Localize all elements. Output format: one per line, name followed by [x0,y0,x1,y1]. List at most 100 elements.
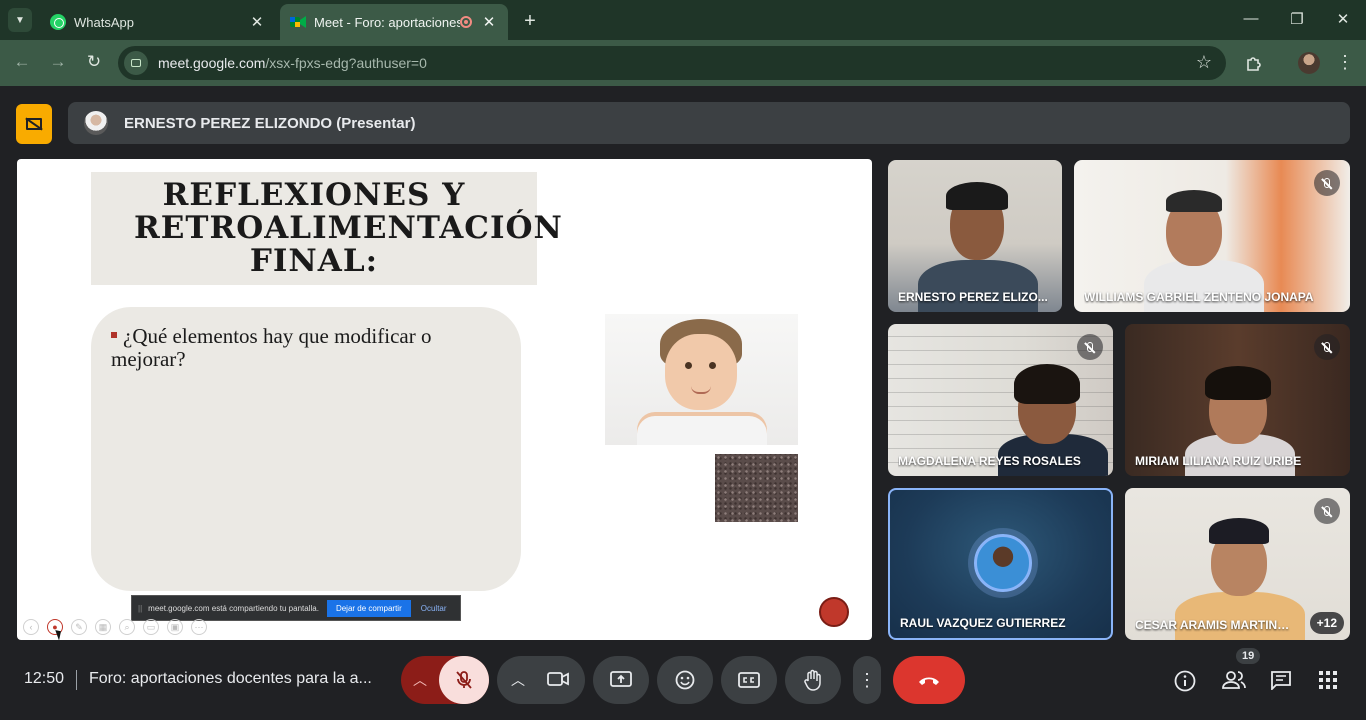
participant-tile[interactable]: CESAR ARAMIS MARTINEZ ... +12 [1125,488,1350,640]
back-arrow-icon: ← [13,52,31,71]
whatsapp-icon [50,14,66,30]
recording-icon [460,16,472,28]
share-notice-text: meet.google.com está compartiendo tu pan… [148,603,319,613]
url-path: /xsx-fpxs-edg?authuser=0 [265,55,427,71]
mic-off-button[interactable] [439,656,489,704]
more-options-button[interactable]: ⋮ [853,656,881,704]
tab-meet[interactable]: Meet - Foro: aportaciones d ✕ [280,4,508,40]
slide-body: ¿Qué elementos hay que modificar o mejor… [91,307,521,591]
participant-count-badge: 19 [1236,648,1261,664]
restore-button[interactable]: ❐ [1285,10,1309,28]
url-host: meet.google.com [158,55,266,71]
drag-handle-icon[interactable]: || [138,604,142,613]
meeting-title: Foro: aportaciones docentes para la a... [89,670,372,687]
participant-name: RAUL VAZQUEZ GUTIERREZ [900,616,1066,630]
child-photo [605,314,798,445]
presenter-banner: ERNESTO PEREZ ELIZONDO (Presentar) [68,102,1350,144]
new-tab-button[interactable]: + [520,10,540,33]
muted-mic-icon [1314,498,1340,524]
back-button[interactable]: ← [11,52,33,72]
hide-notice-button[interactable]: Ocultar [421,604,447,613]
chat-button[interactable] [1270,670,1294,690]
participant-name: WILLIAMS GABRIEL ZENTENO JONAPA [1084,290,1314,304]
chevron-down-icon: ▼ [15,14,25,26]
people-icon [1222,671,1246,689]
raise-hand-button[interactable] [785,656,841,704]
close-window-button[interactable]: ✕ [1331,10,1355,28]
url-text: meet.google.com/xsx-fpxs-edg?authuser=0 [158,55,427,71]
tab-whatsapp[interactable]: WhatsApp ✕ [40,4,276,40]
slide-title-box: REFLEXIONES Y RETROALIMENTACIÓN FINAL: [91,172,563,285]
restore-icon: ❐ [1290,11,1304,28]
hang-up-icon [919,677,939,685]
slides-icon[interactable]: ▦ [95,619,111,635]
people-button[interactable] [1222,670,1246,690]
emoji-reactions-button[interactable] [657,656,713,704]
slide-title: REFLEXIONES Y RETROALIMENTACIÓN FINAL: [134,177,563,279]
more-participants-badge[interactable]: +12 [1309,612,1344,634]
star-icon[interactable]: ☆ [1196,52,1212,73]
close-tab-icon[interactable]: ✕ [480,13,498,31]
camera-control: ︿ [497,656,585,704]
prev-slide-icon[interactable]: ‹ [23,619,39,635]
shared-presentation: REFLEXIONES Y RETROALIMENTACIÓN FINAL: ¿… [17,159,872,640]
participant-avatar [974,534,1032,592]
meeting-details-button[interactable] [1174,670,1198,692]
captions-button[interactable] [721,656,777,704]
participant-tile[interactable]: MAGDALENA REYES ROSALES [888,324,1113,476]
participant-name: MAGDALENA REYES ROSALES [898,454,1081,468]
subtitles-icon[interactable]: ▭ [143,619,159,635]
reload-icon: ↻ [86,52,102,71]
close-icon: ✕ [1336,11,1350,28]
camera-icon[interactable]: ▣ [167,619,183,635]
recording-button[interactable] [819,597,849,627]
present-screen-button[interactable] [593,656,649,704]
stop-sharing-button[interactable]: Dejar de compartir [326,599,411,617]
leave-call-button[interactable] [893,656,965,704]
captions-icon [738,672,760,688]
site-info-icon[interactable] [124,51,148,75]
slide-bullet: ¿Qué elementos hay que modificar o mejor… [111,325,501,371]
browser-menu-icon[interactable]: ⋮ [1336,52,1354,73]
more-options-icon[interactable]: ⋯ [191,619,207,635]
tab-search-button[interactable]: ▼ [8,8,32,32]
forward-arrow-icon: → [49,52,67,71]
video-options-icon[interactable]: ︿ [511,670,525,690]
muted-mic-icon [1077,334,1103,360]
reload-button[interactable]: ↻ [83,52,105,72]
forward-button[interactable]: → [47,52,69,72]
close-tab-icon[interactable]: ✕ [248,13,266,31]
participant-tile[interactable]: MIRIAM LILIANA RUIZ URIBE [1125,324,1350,476]
participant-tile[interactable]: ERNESTO PEREZ ELIZO... [888,160,1062,312]
tab-title: Meet - Foro: aportaciones d [314,14,460,30]
muted-mic-icon [1314,334,1340,360]
mic-off-icon [456,671,472,689]
browser-toolbar: ← → ↻ meet.google.com/xsx-fpxs-edg?authu… [0,40,1366,86]
participant-tile[interactable]: RAUL VAZQUEZ GUTIERREZ [888,488,1113,640]
participant-tile[interactable]: WILLIAMS GABRIEL ZENTENO JONAPA [1074,160,1350,312]
camera-icon[interactable] [547,670,569,688]
minimize-button[interactable]: — [1239,10,1263,27]
chat-icon [1271,671,1291,690]
info-icon [1174,670,1196,692]
activities-button[interactable] [1318,670,1342,690]
slide-toolbar: ‹ ● ✎ ▦ ⌕ ▭ ▣ ⋯ [23,619,207,635]
texture-image [715,454,798,522]
divider [76,670,77,690]
zoom-icon[interactable]: ⌕ [119,619,135,635]
muted-mic-icon [1314,170,1340,196]
profile-avatar[interactable] [1298,52,1320,74]
participant-name: MIRIAM LILIANA RUIZ URIBE [1135,454,1302,468]
presenter-name: ERNESTO PEREZ ELIZONDO (Presentar) [124,114,416,132]
pen-icon[interactable]: ✎ [71,619,87,635]
presenter-avatar [84,111,108,135]
participant-name: ERNESTO PEREZ ELIZO... [898,290,1048,304]
participant-name: CESAR ARAMIS MARTINEZ ... [1135,618,1295,632]
puzzle-icon[interactable] [1245,54,1263,72]
screen-share-notice: || meet.google.com está compartiendo tu … [131,595,461,621]
meet-page: ERNESTO PEREZ ELIZONDO (Presentar) REFLE… [0,86,1366,720]
address-bar[interactable]: meet.google.com/xsx-fpxs-edg?authuser=0 … [118,46,1226,80]
meet-icon [290,16,306,28]
audio-options-icon[interactable]: ︿ [413,670,427,690]
plus-icon: + [524,10,536,32]
